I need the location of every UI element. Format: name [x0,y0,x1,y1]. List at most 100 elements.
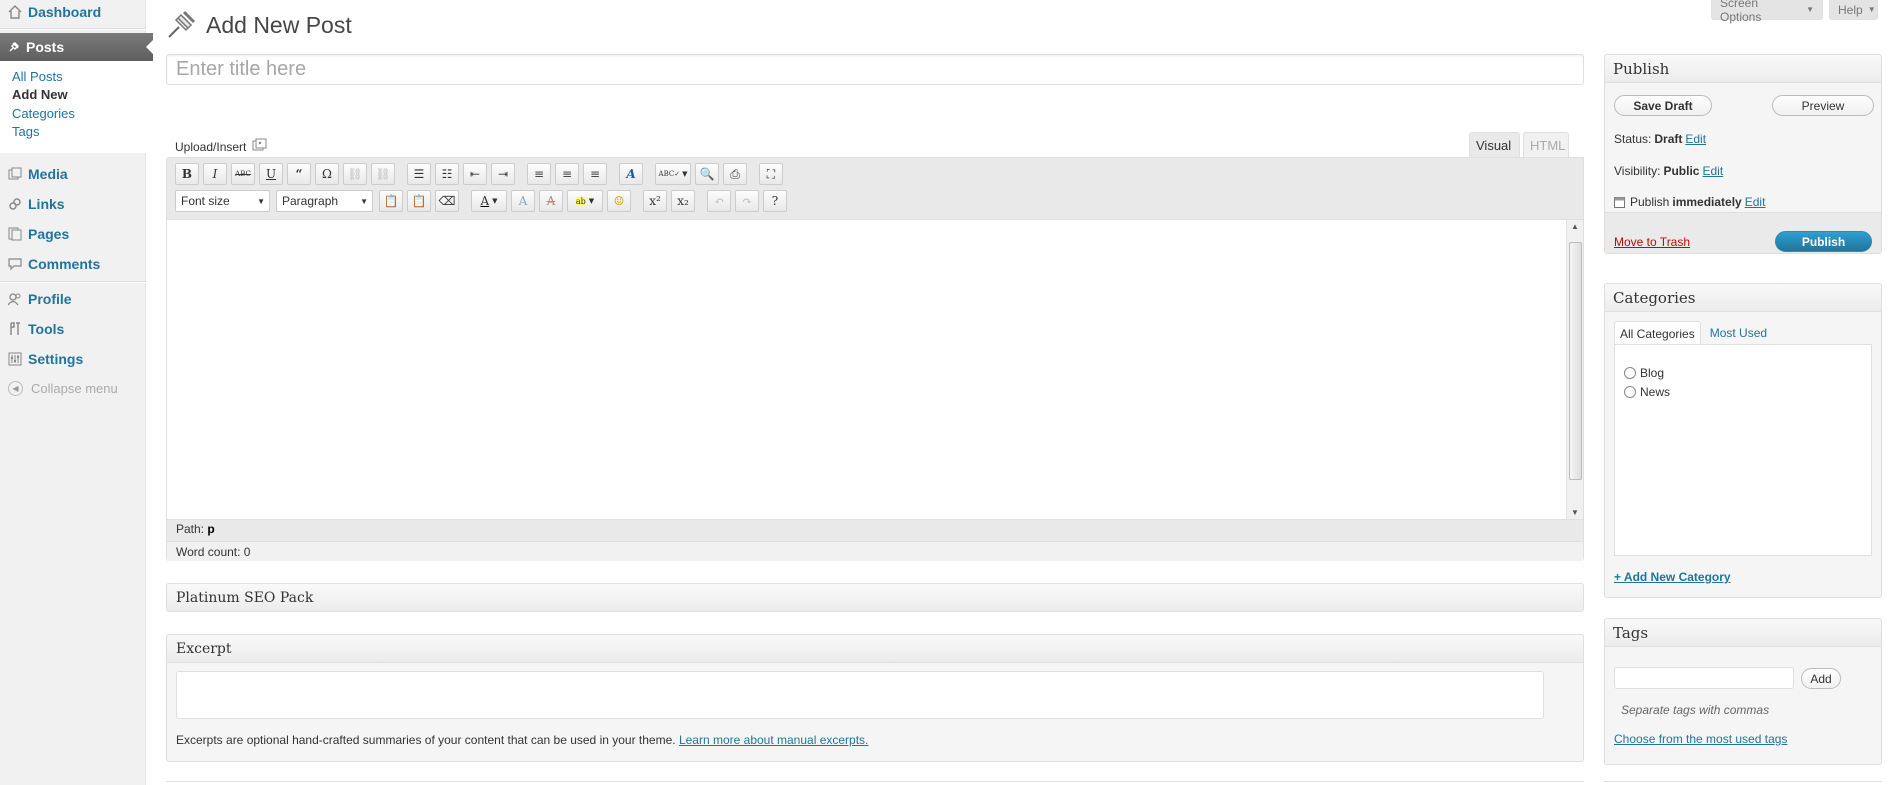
category-item-blog[interactable]: Blog [1624,366,1664,380]
scrollbar-thumb[interactable] [1569,242,1582,480]
move-to-trash-link[interactable]: Move to Trash [1614,235,1690,249]
excerpt-box: Excerpt Excerpts are optional hand-craft… [166,634,1584,762]
menu-pages[interactable]: Pages [0,220,146,248]
styles-button[interactable]: A [619,163,643,185]
align-right-button[interactable]: ≡ [583,163,607,185]
tab-visual[interactable]: Visual [1469,132,1520,158]
find-replace-button[interactable]: 🔍 [695,163,719,185]
bulleted-list-button[interactable]: ☰ [407,163,431,185]
screen-options-button[interactable]: Screen Options ▼ [1711,0,1823,24]
underline-button[interactable]: U [259,163,283,185]
menu-comments[interactable]: Comments [0,250,146,278]
add-tag-button[interactable]: Add [1801,668,1841,689]
status-value: Draft [1654,132,1683,146]
superscript-button[interactable]: x² [643,190,667,212]
numbered-list-button[interactable]: ☷ [435,163,459,185]
menu-tools[interactable]: Tools [0,315,146,343]
menu-profile[interactable]: Profile [0,285,146,313]
menu-posts[interactable]: Posts [0,33,154,61]
scroll-up-icon[interactable]: ▲ [1571,222,1579,231]
tab-all-categories[interactable]: All Categories [1614,321,1701,345]
category-item-news[interactable]: News [1624,385,1670,399]
schedule-edit-link[interactable]: Edit [1745,195,1766,209]
redo-button[interactable]: ↷ [735,190,759,212]
fullscreen-button[interactable]: ⛶ [759,163,783,185]
tab-most-used[interactable]: Most Used [1705,321,1772,345]
font-size-select[interactable]: Font size ▼ [175,190,270,212]
paste-text-button[interactable]: 📋 [379,190,403,212]
menu-links[interactable]: Links [0,190,146,218]
format-select[interactable]: Paragraph ▼ [276,190,373,212]
excerpt-textarea[interactable] [176,671,1544,719]
publish-box-title[interactable]: Publish [1605,55,1881,83]
preview-button[interactable]: Preview [1772,95,1874,116]
unlink-button[interactable]: ⛓ [371,163,395,185]
indent-button[interactable]: ⇥ [491,163,515,185]
special-character-button[interactable]: Ω [315,163,339,185]
visibility-label: Visibility: [1614,164,1661,178]
word-count-text: Word count: 0 [176,544,251,559]
publish-button[interactable]: Publish [1775,231,1872,252]
editor-scrollbar[interactable]: ▲ ▼ [1566,220,1583,519]
text-color-button[interactable]: A ▼ [471,190,507,212]
print-button[interactable]: ⎙ [723,163,747,185]
path-label: Path: [176,522,205,536]
bold-button[interactable]: B [175,163,199,185]
submenu-all-posts[interactable]: All Posts [12,69,63,84]
post-title-input[interactable] [166,54,1584,85]
subscript-button[interactable]: x₂ [671,190,695,212]
remove-format-button[interactable]: ⌫ [435,190,459,212]
undo-button[interactable]: ↶ [707,190,731,212]
choose-most-used-tags-link[interactable]: Choose from the most used tags [1614,732,1787,746]
visibility-edit-link[interactable]: Edit [1702,164,1723,178]
excerpt-help-text: Excerpts are optional hand-crafted summa… [176,733,676,747]
excerpt-learn-more-link[interactable]: Learn more about manual excerpts. [679,733,868,747]
platinum-seo-box: Platinum SEO Pack [166,583,1584,612]
align-left-button[interactable]: ≡ [527,163,551,185]
align-center-button[interactable]: ≡ [555,163,579,185]
help-button[interactable]: Help ▼ [1829,0,1878,20]
menu-settings[interactable]: Settings [0,345,146,373]
text-color-alt-button[interactable]: A [511,190,535,212]
italic-button[interactable]: I [203,163,227,185]
save-draft-button[interactable]: Save Draft [1614,95,1712,116]
submenu-add-new[interactable]: Add New [12,87,68,102]
upload-insert-label: Upload/Insert [175,139,247,154]
tab-html[interactable]: HTML [1523,132,1569,158]
collapse-menu-button[interactable]: ◀ Collapse menu [8,381,118,396]
editor-path: Path: p [176,522,215,536]
help-icon[interactable]: ? [763,190,787,212]
category-checkbox[interactable] [1624,386,1636,398]
menu-media[interactable]: Media [0,160,146,188]
tag-input[interactable] [1614,667,1794,689]
categories-box-title[interactable]: Categories [1605,284,1881,312]
category-checkbox[interactable] [1624,367,1636,379]
insert-link-button[interactable]: ⛓ [343,163,367,185]
tags-box-title[interactable]: Tags [1605,619,1881,647]
add-new-category-link[interactable]: + Add New Category [1614,570,1731,584]
editor-content-area[interactable]: ▲ ▼ [167,219,1583,520]
outdent-button[interactable]: ⇤ [463,163,487,185]
highlight-button[interactable]: ab ▼ [567,190,603,212]
add-media-icon[interactable] [252,138,268,155]
submenu-categories[interactable]: Categories [12,106,75,121]
emoticon-button[interactable]: ☺ [607,190,631,212]
spellcheck-button[interactable]: ABC✓ ▼ [655,163,691,185]
menu-dashboard[interactable]: Dashboard [0,0,146,26]
upload-insert[interactable]: Upload/Insert [175,138,268,155]
blockquote-button[interactable]: “ [287,163,311,185]
paste-word-button[interactable]: 📋 [407,190,431,212]
status-edit-link[interactable]: Edit [1685,132,1706,146]
links-icon [7,196,23,212]
category-list: Blog News [1614,344,1872,556]
categories-box: Categories All Categories Most Used Blog… [1604,283,1882,598]
strike-color-button[interactable]: A [539,190,563,212]
submenu-tags[interactable]: Tags [12,124,39,139]
publish-box: Publish Save Draft Preview Status: Draft… [1604,54,1882,254]
scroll-down-icon[interactable]: ▼ [1571,508,1579,517]
next-sidebox-edge [1604,781,1882,785]
strikethrough-button[interactable]: ABC [231,163,255,185]
excerpt-title[interactable]: Excerpt [167,635,1583,663]
platinum-seo-title[interactable]: Platinum SEO Pack [167,584,1583,611]
path-value[interactable]: p [207,522,214,536]
